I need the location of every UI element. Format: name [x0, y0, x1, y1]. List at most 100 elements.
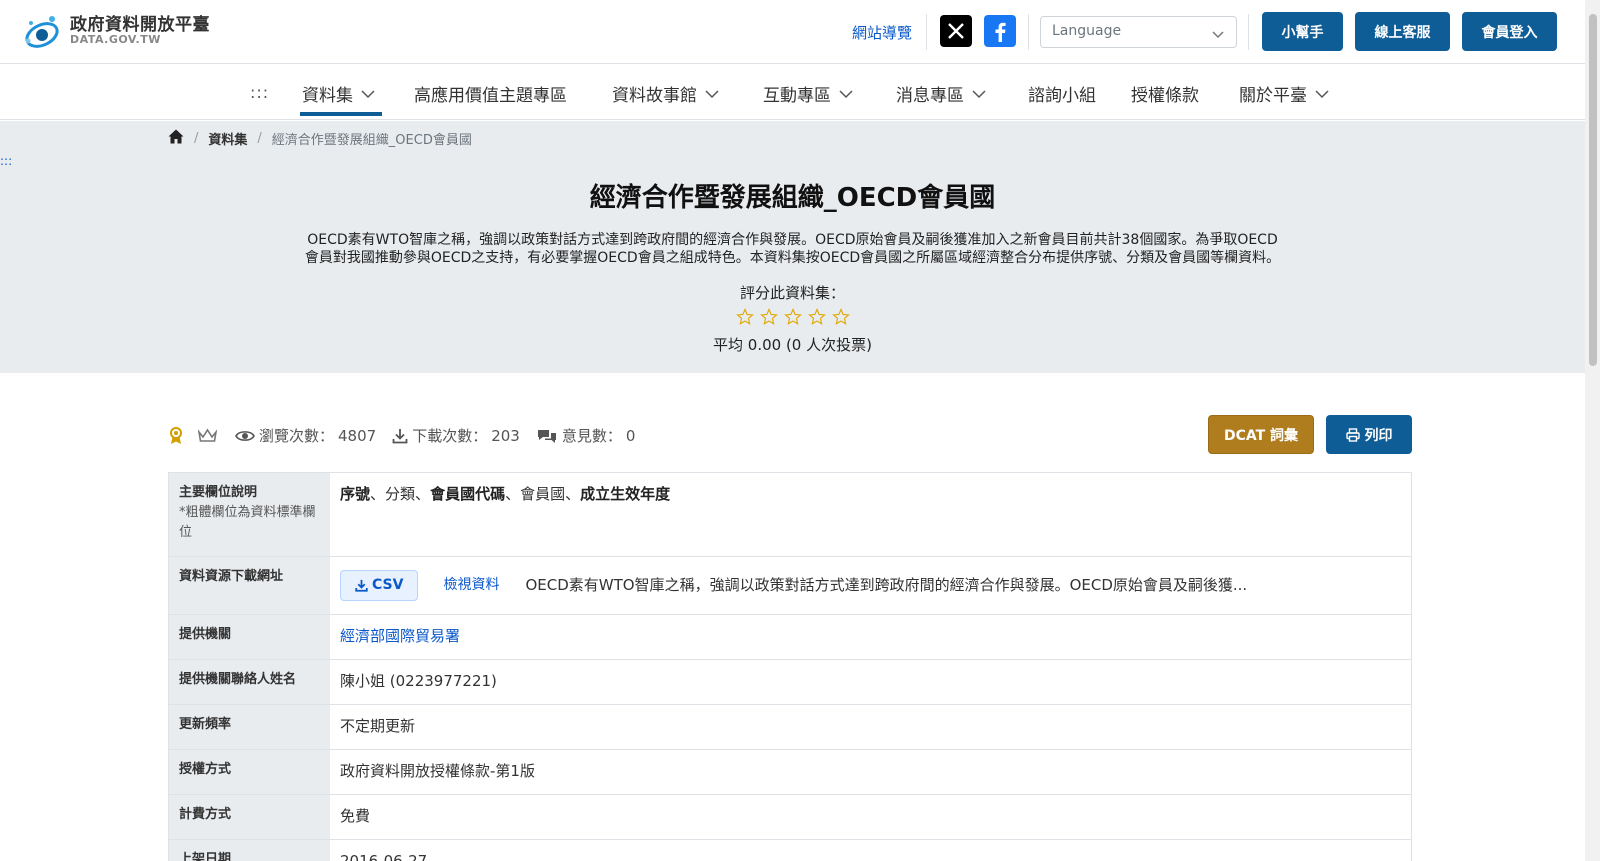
language-select[interactable]: Language — [1040, 16, 1237, 48]
dataset-hero: / 資料集 / 經濟合作暨發展組織_OECD會員國 ::: 經濟合作暨發展組織_… — [0, 121, 1585, 373]
nav-label: 諮詢小組 — [1028, 86, 1096, 106]
dataset-description: OECD素有WTO智庫之稱，強調以政策對話方式達到跨政府間的經濟合作與發展。OE… — [230, 231, 1355, 267]
field-bold: 序號 — [340, 485, 371, 503]
field-sep: 、 — [505, 485, 521, 503]
star-icon[interactable] — [831, 308, 850, 326]
breadcrumb-separator: / — [257, 131, 262, 146]
view-data-link[interactable]: 檢視資料 — [443, 574, 499, 597]
content-accesskey[interactable]: ::: — [0, 154, 12, 168]
dataset-stats: 瀏覽次數： 4807 下載次數： 203 意見數： 0 — [168, 425, 651, 446]
nav-item-high-value[interactable]: 高應用價值主題專區 — [414, 81, 567, 106]
table-row: 計費方式 免費 — [169, 795, 1411, 840]
publish-date-value: 2016-06-27 — [340, 852, 428, 861]
member-login-button[interactable]: 會員登入 — [1462, 12, 1557, 51]
logo-subtitle: DATA.GOV.TW — [70, 33, 161, 47]
nav-label: 高應用價值主題專區 — [414, 86, 567, 106]
nav-label: 資料故事館 — [612, 86, 697, 106]
csv-label: CSV — [372, 577, 404, 593]
x-twitter-icon[interactable] — [940, 15, 972, 47]
rating-stars — [0, 308, 1585, 326]
nav-item-about[interactable]: 關於平臺 — [1239, 81, 1329, 106]
comments-label: 意見數： — [561, 427, 622, 445]
dcat-vocabulary-button[interactable]: DCAT 詞彙 — [1208, 415, 1314, 454]
downloads-label: 下載次數： — [412, 427, 488, 445]
nav-item-license[interactable]: 授權條款 — [1131, 81, 1199, 106]
fields-value: 序號、分類、會員國代碼、會員國、成立生效年度 — [330, 473, 1411, 556]
nav-item-advisory[interactable]: 諮詢小組 — [1028, 81, 1096, 106]
nav-label: 授權條款 — [1131, 86, 1199, 106]
table-row: 提供機關 經濟部國際貿易署 — [169, 615, 1411, 660]
breadcrumb-datasets[interactable]: 資料集 — [208, 129, 247, 148]
sitemap-link[interactable]: 網站導覽 — [852, 22, 912, 43]
provider-link[interactable]: 經濟部國際貿易署 — [340, 627, 460, 645]
field-sep: 、 — [415, 485, 431, 503]
row-header: 授權方式 — [169, 750, 330, 794]
download-icon — [355, 579, 368, 592]
stat-comments: 意見數： 0 — [536, 425, 635, 446]
star-icon[interactable] — [759, 308, 778, 326]
table-row: 資料資源下載網址 CSV 檢視資料 OECD素有WTO智庫之稱，強調以政策對話方… — [169, 557, 1411, 615]
chevron-down-icon — [1212, 27, 1224, 43]
online-service-button[interactable]: 線上客服 — [1355, 12, 1450, 51]
downloads-count: 203 — [491, 426, 520, 445]
row-header: 提供機關聯絡人姓名 — [169, 660, 330, 704]
nav-item-interactive[interactable]: 互動專區 — [763, 81, 853, 106]
page-title: 經濟合作暨發展組織_OECD會員國 — [589, 183, 996, 213]
home-icon[interactable] — [168, 129, 184, 148]
nav-item-datasets[interactable]: 資料集 — [302, 81, 375, 106]
breadcrumb-current: 經濟合作暨發展組織_OECD會員國 — [271, 133, 472, 148]
rating-average: 平均 0.00 (0 人次投票) — [713, 336, 872, 354]
nav-label: 互動專區 — [763, 86, 831, 106]
scrollbar-thumb[interactable] — [1589, 14, 1597, 366]
comments-icon — [536, 428, 558, 444]
header-divider — [1248, 14, 1249, 50]
site-header: 政府資料開放平臺 DATA.GOV.TW 網站導覽 Language 小幫手 線… — [0, 0, 1585, 64]
table-row: 提供機關聯絡人姓名 陳小姐 (0223977221) — [169, 660, 1411, 705]
eye-icon — [235, 429, 255, 443]
helper-button[interactable]: 小幫手 — [1262, 12, 1343, 51]
fields-label: 主要欄位說明 — [179, 485, 258, 500]
breadcrumb: / 資料集 / 經濟合作暨發展組織_OECD會員國 — [168, 129, 472, 148]
nav-item-stories[interactable]: 資料故事館 — [612, 81, 719, 106]
rating-label: 評分此資料集： — [739, 284, 845, 302]
chevron-down-icon — [972, 84, 986, 104]
star-icon[interactable] — [807, 308, 826, 326]
table-row: 更新頻率 不定期更新 — [169, 705, 1411, 750]
header-divider — [926, 14, 927, 50]
facebook-icon[interactable] — [984, 15, 1016, 47]
nav-accesskey[interactable]: ::: — [250, 83, 269, 102]
field-bold: 會員國代碼 — [430, 485, 506, 503]
print-label: 列印 — [1364, 427, 1393, 444]
fields-note: *粗體欄位為資料標準欄位 — [179, 505, 316, 540]
nav-label: 關於平臺 — [1239, 86, 1307, 106]
breadcrumb-separator: / — [194, 131, 199, 146]
table-row: 授權方式 政府資料開放授權條款-第1版 — [169, 750, 1411, 795]
views-label: 瀏覽次數： — [259, 427, 335, 445]
site-logo[interactable]: 政府資料開放平臺 DATA.GOV.TW — [22, 11, 210, 51]
contact-value: 陳小姐 (0223977221) — [340, 672, 497, 690]
frequency-value: 不定期更新 — [340, 717, 416, 735]
views-count: 4807 — [338, 426, 377, 445]
page-scrollbar[interactable] — [1585, 0, 1600, 861]
license-value: 政府資料開放授權條款-第1版 — [340, 762, 535, 780]
main-nav: ::: 資料集 高應用價值主題專區 資料故事館 互動專區 消息專區 諮詢小組 授… — [0, 65, 1585, 120]
nav-item-news[interactable]: 消息專區 — [896, 81, 986, 106]
resource-description: OECD素有WTO智庫之稱，強調以政策對話方式達到跨政府間的經濟合作與發展。OE… — [525, 576, 1248, 594]
download-icon — [392, 428, 408, 444]
csv-download-button[interactable]: CSV — [340, 570, 419, 601]
field-sep: 、 — [565, 485, 581, 503]
logo-mark-icon — [22, 11, 64, 51]
row-header: 提供機關 — [169, 615, 330, 659]
resource-value: CSV 檢視資料 OECD素有WTO智庫之稱，強調以政策對話方式達到跨政府間的經… — [330, 557, 1411, 614]
nav-active-indicator — [300, 112, 382, 116]
printer-icon — [1345, 427, 1360, 442]
print-button[interactable]: 列印 — [1326, 415, 1412, 454]
provider-cell: 經濟部國際貿易署 — [330, 615, 1411, 659]
crown-icon — [198, 428, 217, 443]
chevron-down-icon — [361, 84, 375, 104]
star-icon[interactable] — [783, 308, 802, 326]
language-select-value: Language — [1052, 23, 1122, 39]
star-icon[interactable] — [735, 308, 754, 326]
field-normal: 會員國 — [520, 485, 566, 503]
chevron-down-icon — [839, 84, 853, 104]
